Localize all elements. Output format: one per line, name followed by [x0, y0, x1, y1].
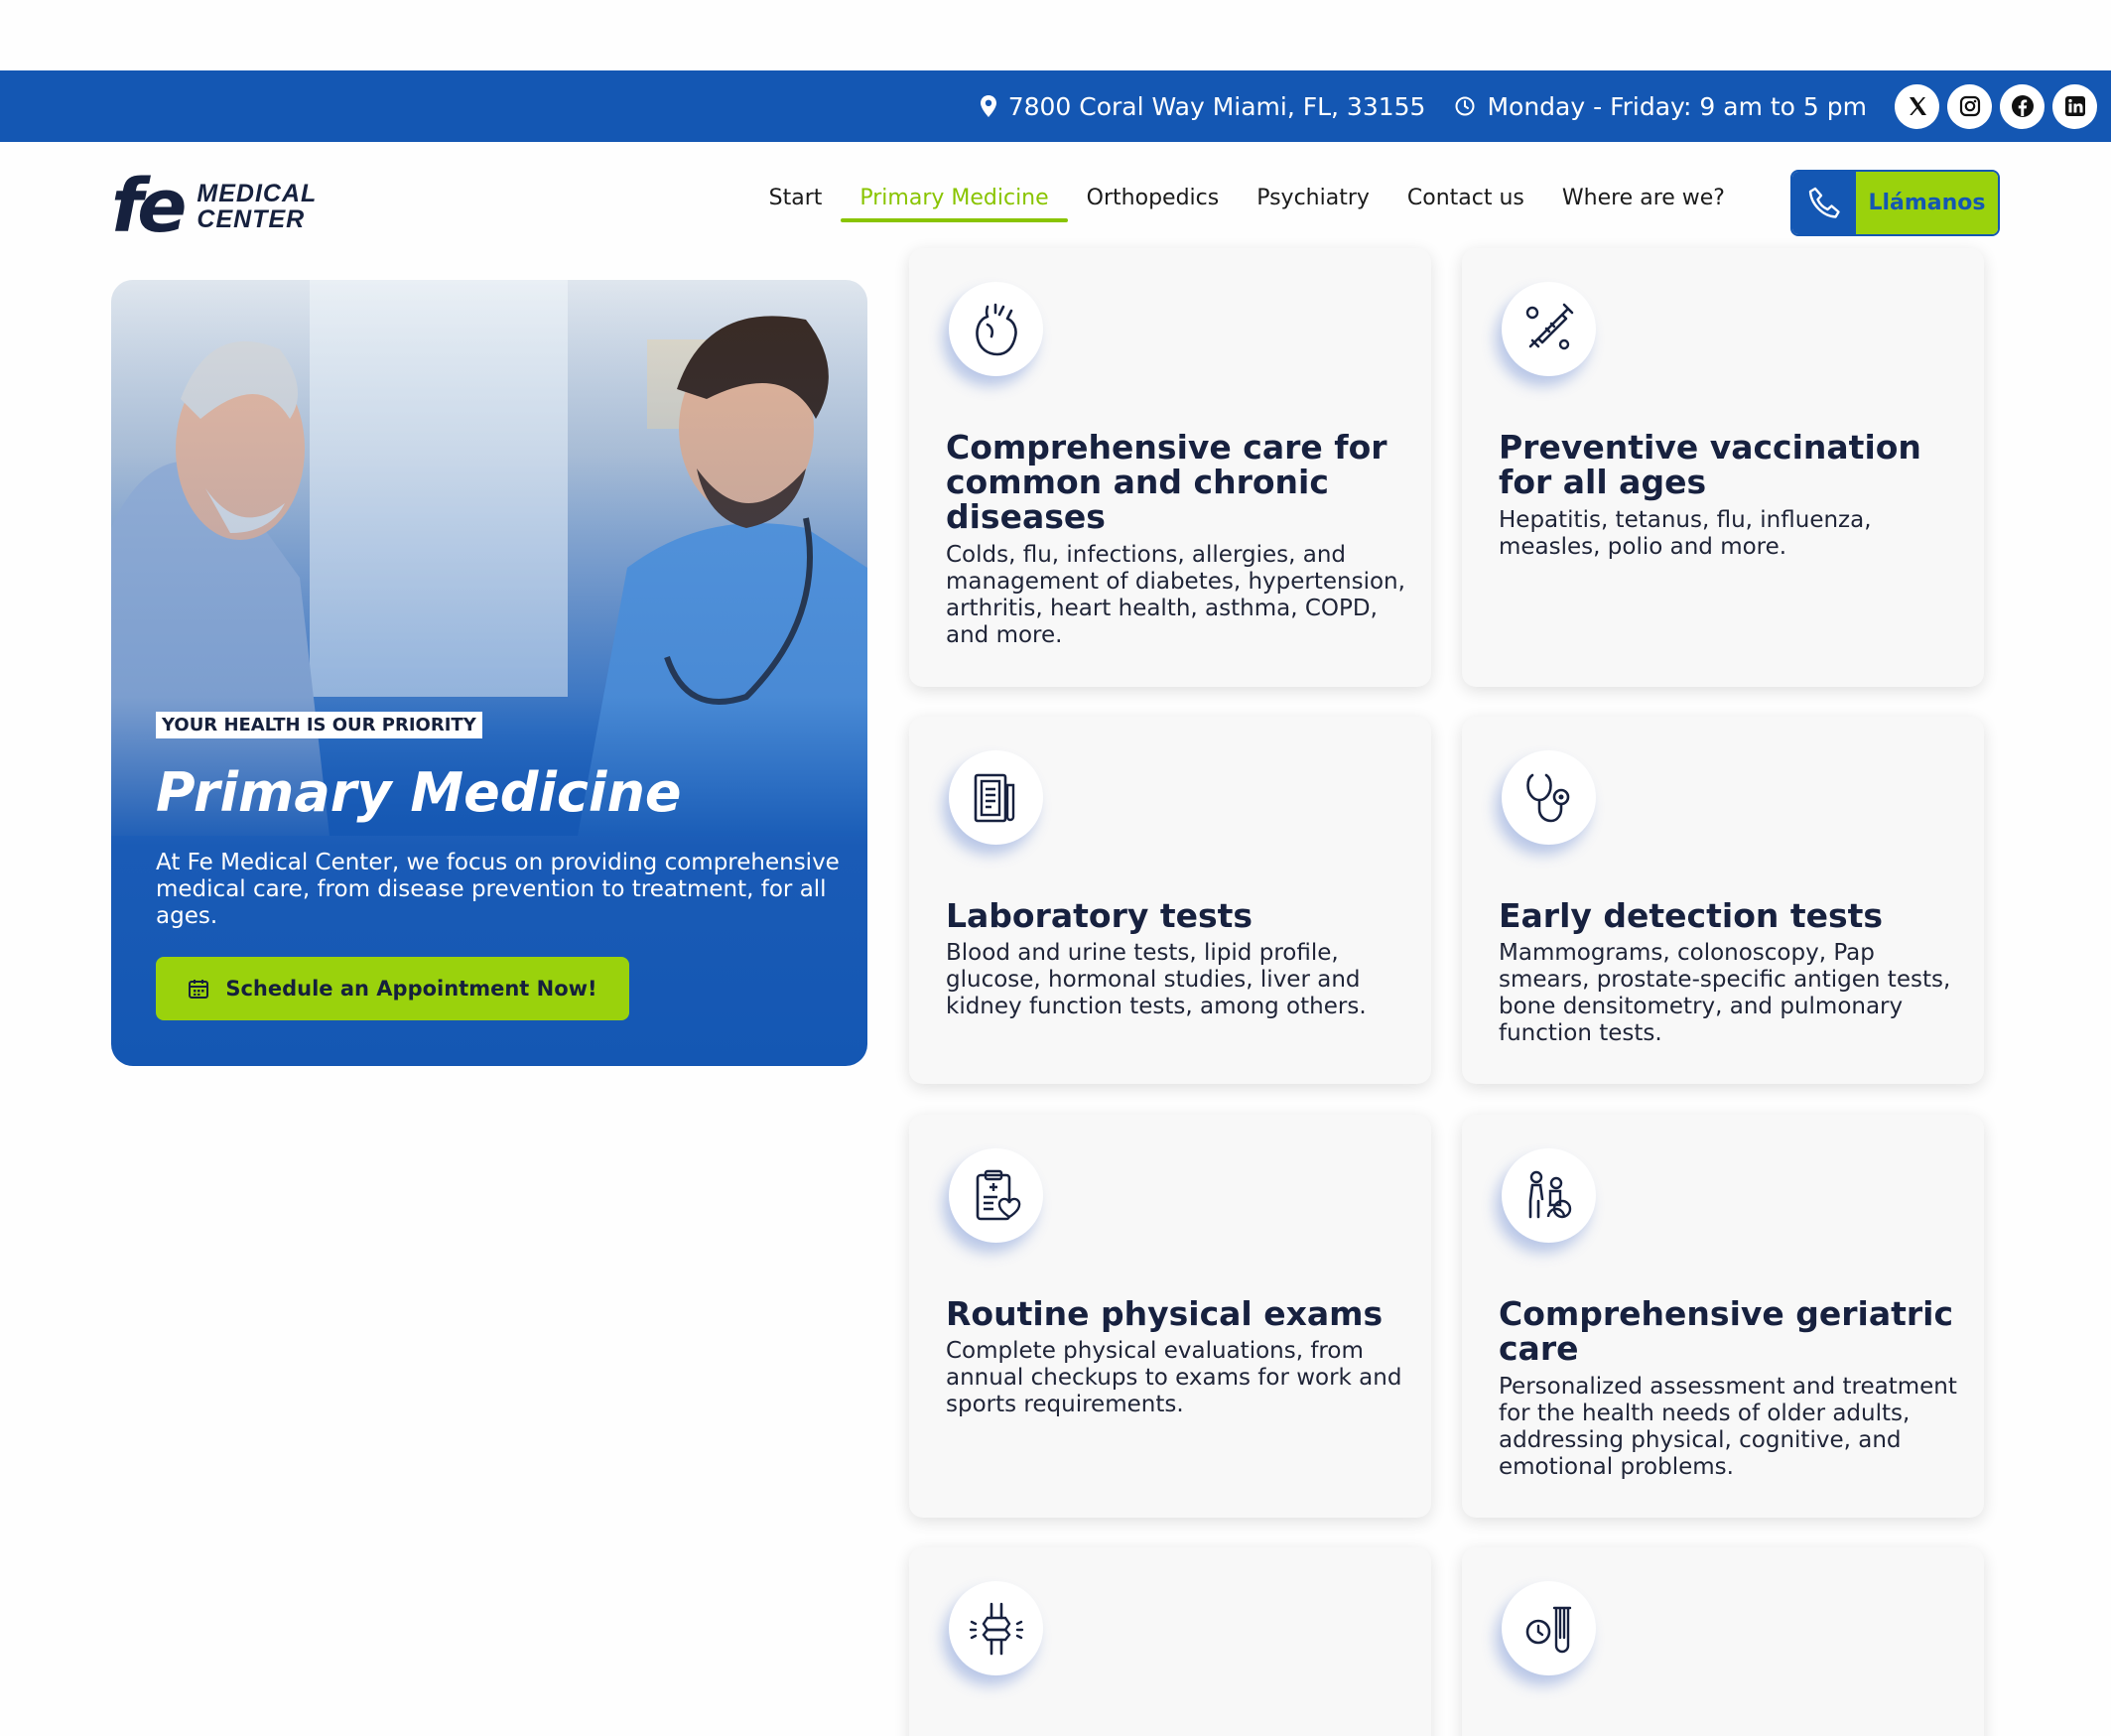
logo-line-1: MEDICAL	[197, 180, 318, 207]
main-nav: Start Primary Medicine Orthopedics Psych…	[750, 186, 1744, 222]
clipboard-heart-icon	[976, 1169, 1020, 1220]
hero-card: YOUR HEALTH IS OUR PRIORITY Primary Medi…	[111, 280, 867, 1066]
location-pin-icon	[980, 95, 996, 117]
schedule-appointment-button[interactable]: Schedule an Appointment Now!	[156, 957, 629, 1020]
service-icon-wrap	[949, 282, 1043, 376]
service-title: Preventive vaccination for all ages	[1499, 428, 1921, 501]
social-links	[1895, 83, 2097, 129]
phone-icon-wrap	[1792, 172, 1856, 234]
service-card: Laboratory tests Blood and urine tests, …	[909, 717, 1431, 1084]
clock-icon	[1455, 96, 1475, 116]
service-title: Routine physical exams	[946, 1294, 1384, 1333]
service-icon-wrap	[1502, 282, 1596, 376]
service-description: Complete physical evaluations, from annu…	[946, 1338, 1402, 1417]
nav-orthopedics[interactable]: Orthopedics	[1068, 186, 1239, 220]
heart-icon	[975, 303, 1017, 355]
hero-badge: YOUR HEALTH IS OUR PRIORITY	[156, 712, 482, 738]
service-icon-wrap	[949, 750, 1043, 845]
service-description: Blood and urine tests, lipid profile, gl…	[946, 940, 1367, 1019]
nav-primary-medicine[interactable]: Primary Medicine	[841, 186, 1068, 222]
calendar-icon	[189, 980, 209, 999]
service-icon-wrap	[949, 1148, 1043, 1243]
top-info-bar: 7800 Coral Way Miami, FL, 33155 Monday -…	[0, 70, 2111, 142]
service-card: Routine physical exams Complete physical…	[909, 1115, 1431, 1518]
nav-psychiatry[interactable]: Psychiatry	[1238, 186, 1388, 220]
nav-start[interactable]: Start	[750, 186, 842, 220]
lab-report-icon	[974, 773, 1014, 822]
geriatric-care-icon	[1528, 1170, 1571, 1218]
linkedin-link[interactable]	[2052, 83, 2097, 129]
clock-test-tube-icon	[1525, 1606, 1571, 1653]
service-description: Hepatitis, tetanus, flu, influenza, meas…	[1499, 507, 1872, 560]
doctor-patient-photo	[111, 280, 867, 836]
service-title: Early detection tests	[1499, 896, 1884, 935]
instagram-link[interactable]	[1947, 83, 1992, 129]
nav-contact-us[interactable]: Contact us	[1388, 186, 1543, 220]
joint-icon	[969, 1602, 1023, 1655]
service-icon-wrap	[1502, 750, 1596, 845]
service-title: Comprehensive care for common and chroni…	[946, 428, 1387, 536]
facebook-link[interactable]	[2000, 83, 2045, 129]
service-card: Early detection tests Mammograms, colono…	[1462, 717, 1984, 1084]
x-link[interactable]	[1895, 83, 1939, 129]
call-button-label: Llámanos	[1856, 172, 1998, 234]
address-info: 7800 Coral Way Miami, FL, 33155	[980, 91, 1426, 121]
service-card: Comprehensive care for common and chroni…	[909, 248, 1431, 687]
service-icon-wrap	[949, 1581, 1043, 1675]
hero-title: Primary Medicine	[156, 761, 682, 824]
schedule-appointment-label: Schedule an Appointment Now!	[225, 977, 597, 1001]
service-card	[909, 1547, 1431, 1736]
phone-icon	[1808, 187, 1840, 218]
site-header: fe MEDICAL CENTER Start Primary Medicine…	[0, 142, 2111, 261]
address-text: 7800 Coral Way Miami, FL, 33155	[1007, 91, 1426, 121]
instagram-icon	[1959, 95, 1980, 117]
logo-mark: fe	[111, 164, 187, 249]
nav-where-are-we[interactable]: Where are we?	[1543, 186, 1744, 220]
stethoscope-icon	[1525, 773, 1569, 822]
service-description: Mammograms, colonoscopy, Pap smears, pro…	[1499, 940, 1951, 1046]
service-title: Comprehensive geriatric care	[1499, 1294, 1954, 1368]
service-card: Comprehensive geriatric care Personalize…	[1462, 1115, 1984, 1518]
service-card: Preventive vaccination for all ages Hepa…	[1462, 248, 1984, 687]
facebook-icon	[2011, 95, 2034, 117]
linkedin-icon	[2064, 96, 2085, 116]
call-button[interactable]: Llámanos	[1790, 170, 2000, 236]
hours-info: Monday - Friday: 9 am to 5 pm	[1455, 92, 1867, 121]
syringe-icon	[1525, 303, 1573, 349]
service-icon-wrap	[1502, 1581, 1596, 1675]
x-icon	[1909, 97, 1926, 115]
service-description: Colds, flu, infections, allergies, and m…	[946, 542, 1405, 648]
logo-line-2: CENTER	[197, 205, 306, 233]
service-card	[1462, 1547, 1984, 1736]
service-icon-wrap	[1502, 1148, 1596, 1243]
logo-text: MEDICAL CENTER	[197, 181, 317, 232]
service-title: Laboratory tests	[946, 896, 1253, 935]
hero-description: At Fe Medical Center, we focus on provid…	[156, 850, 840, 929]
logo[interactable]: fe MEDICAL CENTER	[111, 170, 317, 243]
hours-text: Monday - Friday: 9 am to 5 pm	[1487, 91, 1867, 121]
service-description: Personalized assessment and treatment fo…	[1499, 1374, 1957, 1480]
